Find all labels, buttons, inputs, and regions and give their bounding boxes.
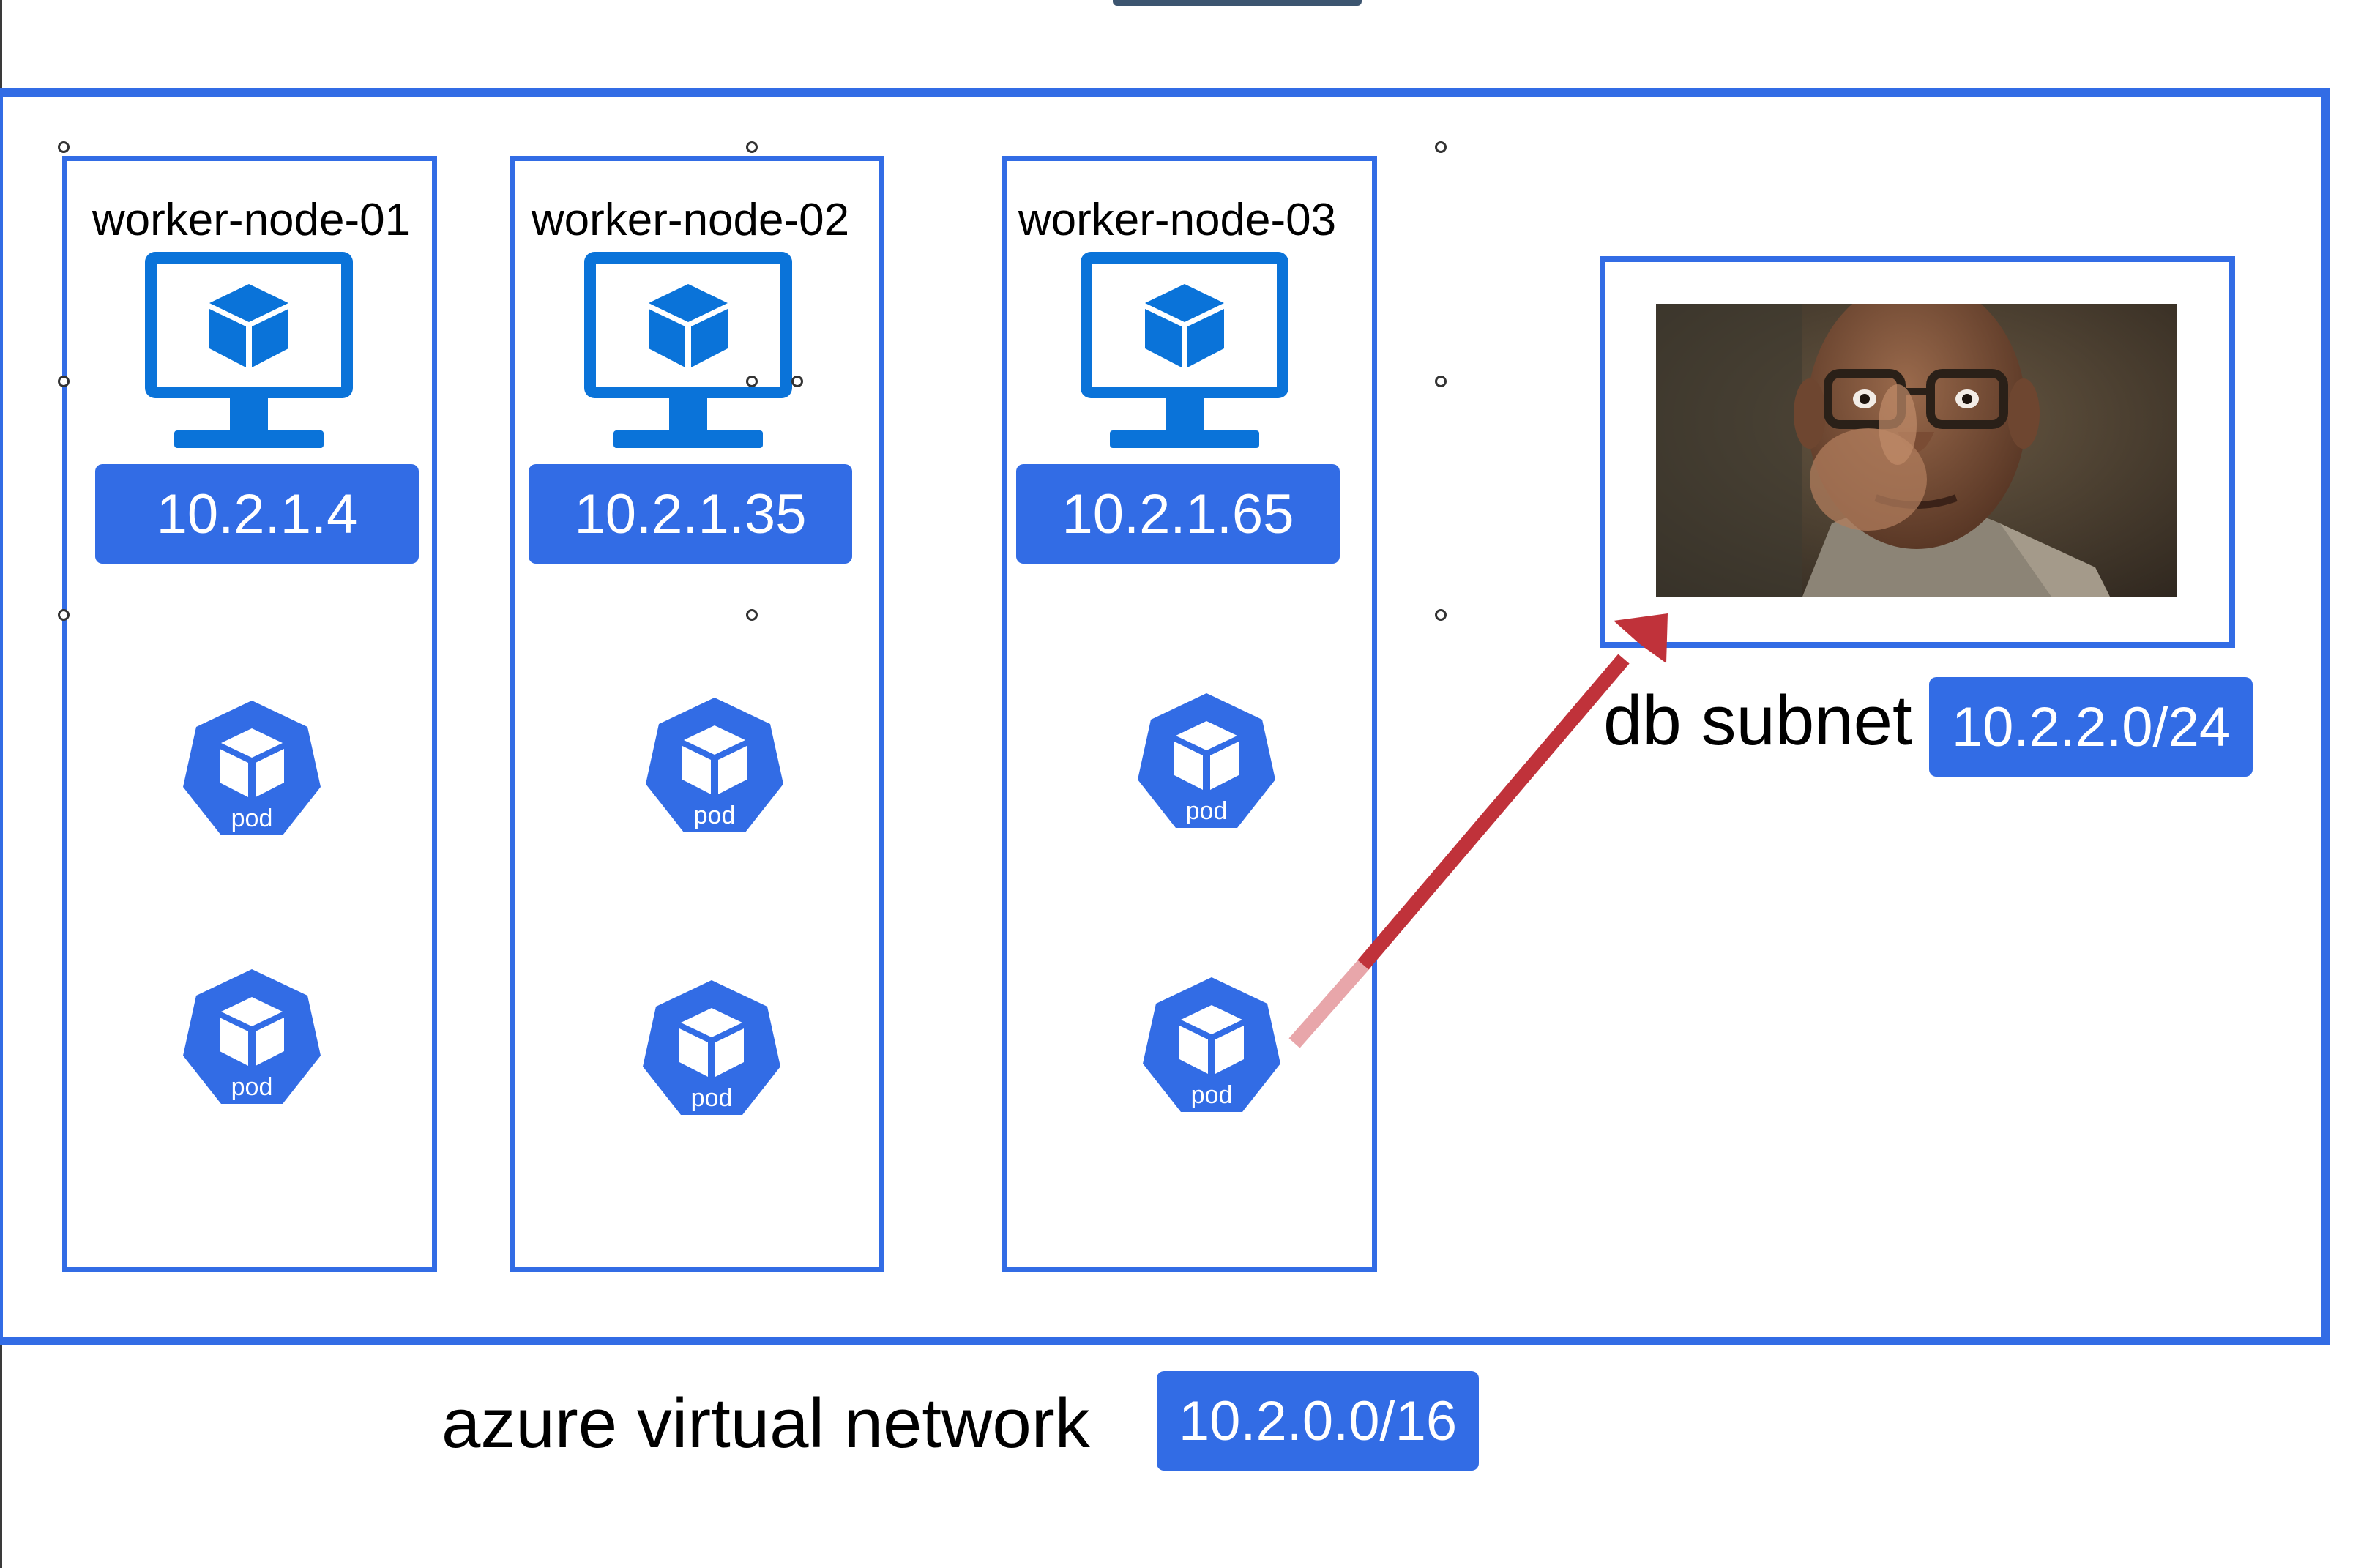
vnet-cidr: 10.2.0.0/16 [1157, 1371, 1479, 1471]
db-subnet-label: db subnet [1603, 682, 1912, 760]
selection-handle[interactable] [746, 376, 758, 387]
pod-label: pod [1186, 797, 1228, 825]
person-photo [1656, 304, 2177, 597]
kubernetes-pod-icon: pod [183, 701, 321, 835]
worker-node-01-ip: 10.2.1.4 [95, 464, 419, 564]
selection-handle[interactable] [1435, 609, 1447, 621]
pod-label: pod [691, 1084, 733, 1112]
vm-monitor-icon [145, 252, 353, 448]
pod-label: pod [231, 804, 273, 832]
db-subnet-cidr: 10.2.2.0/24 [1929, 677, 2253, 777]
selection-handle[interactable] [58, 609, 70, 621]
worker-node-01-title: worker-node-01 [92, 195, 411, 245]
pod-label: pod [231, 1073, 273, 1101]
kubernetes-pod-icon: pod [643, 980, 780, 1115]
kubernetes-pod-icon: pod [646, 698, 783, 832]
worker-node-02-title: worker-node-02 [531, 195, 850, 245]
pod-label: pod [694, 802, 736, 829]
pod-label: pod [1191, 1081, 1233, 1109]
selection-handle[interactable] [746, 141, 758, 153]
selection-handle[interactable] [791, 376, 803, 387]
selection-handle[interactable] [1435, 141, 1447, 153]
top-tab [1113, 0, 1362, 6]
selection-handle[interactable] [746, 609, 758, 621]
worker-node-03-title: worker-node-03 [1018, 195, 1337, 245]
vm-monitor-icon [1081, 252, 1288, 448]
selection-handle[interactable] [1435, 376, 1447, 387]
vnet-label: azure virtual network [441, 1384, 1090, 1463]
selection-handle[interactable] [58, 376, 70, 387]
selection-handle[interactable] [58, 141, 70, 153]
kubernetes-pod-icon: pod [1138, 693, 1275, 828]
worker-node-02-ip: 10.2.1.35 [529, 464, 852, 564]
worker-node-03-ip: 10.2.1.65 [1016, 464, 1340, 564]
kubernetes-pod-icon: pod [183, 969, 321, 1104]
kubernetes-pod-icon: pod [1143, 977, 1280, 1112]
vm-monitor-icon [584, 252, 792, 448]
